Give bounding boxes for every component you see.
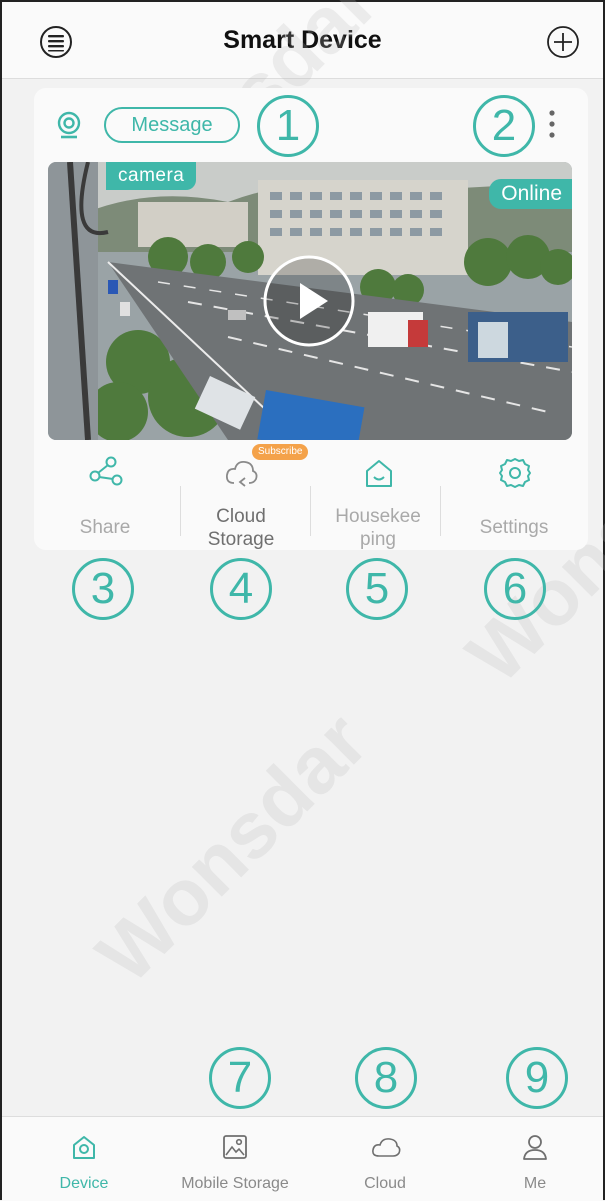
tab-me[interactable]: Me [460, 1117, 605, 1201]
image-icon [223, 1135, 247, 1159]
device-actions: Share Subscribe Cloud Storage Housekee p… [34, 444, 588, 550]
play-icon[interactable] [262, 254, 356, 348]
cloud-storage-label: Cloud Storage [207, 506, 275, 550]
tab-cloud-label: Cloud [364, 1175, 406, 1192]
page-title: Smart Device [223, 26, 382, 54]
cloud-icon [225, 460, 258, 487]
camera-name-tag: camera [106, 162, 197, 190]
settings-action[interactable]: Settings [447, 448, 581, 548]
tab-device-label: Device [59, 1175, 109, 1192]
more-vertical-icon[interactable] [546, 108, 558, 142]
share-icon [89, 456, 123, 486]
divider [440, 486, 441, 536]
housekeeping-action[interactable]: Housekee ping [311, 448, 445, 550]
device-card: Message camera Online Share Subscribe Cl… [34, 88, 588, 550]
callout-7: 7 [209, 1047, 271, 1109]
tab-device[interactable]: Device [9, 1117, 159, 1201]
callout-4: 4 [210, 558, 272, 620]
tab-cloud[interactable]: Cloud [310, 1117, 460, 1201]
callout-3: 3 [72, 558, 134, 620]
plus-circle-icon[interactable] [545, 24, 581, 60]
user-icon [523, 1135, 547, 1160]
settings-label: Settings [479, 517, 549, 538]
share-label: Share [79, 517, 131, 538]
app-header: Smart Device [2, 2, 603, 79]
cloud-storage-action[interactable]: Subscribe Cloud Storage [174, 444, 309, 550]
device-home-icon [73, 1136, 95, 1159]
message-button[interactable]: Message [104, 107, 240, 143]
callout-6: 6 [484, 558, 546, 620]
tab-mobile-storage[interactable]: Mobile Storage [160, 1117, 310, 1201]
callout-8: 8 [355, 1047, 417, 1109]
housekeeping-label: Housekee ping [335, 506, 421, 550]
callout-9: 9 [506, 1047, 568, 1109]
tab-mobile-storage-label: Mobile Storage [181, 1175, 289, 1192]
callout-2: 2 [473, 95, 535, 157]
share-action[interactable]: Share [38, 448, 172, 548]
home-icon [366, 460, 392, 487]
subscribe-badge: Subscribe [252, 444, 309, 460]
webcam-icon [57, 111, 81, 139]
status-badge: Online [489, 179, 572, 209]
callout-5: 5 [346, 558, 408, 620]
gear-icon [499, 458, 531, 488]
bottom-tab-bar: Device Mobile Storage Cloud Me [2, 1116, 603, 1201]
tab-me-label: Me [523, 1175, 547, 1192]
camera-preview[interactable]: camera Online [48, 162, 572, 440]
watermark: Wonsdar [80, 695, 384, 1000]
callout-1: 1 [257, 95, 319, 157]
cloud-icon [372, 1138, 401, 1157]
